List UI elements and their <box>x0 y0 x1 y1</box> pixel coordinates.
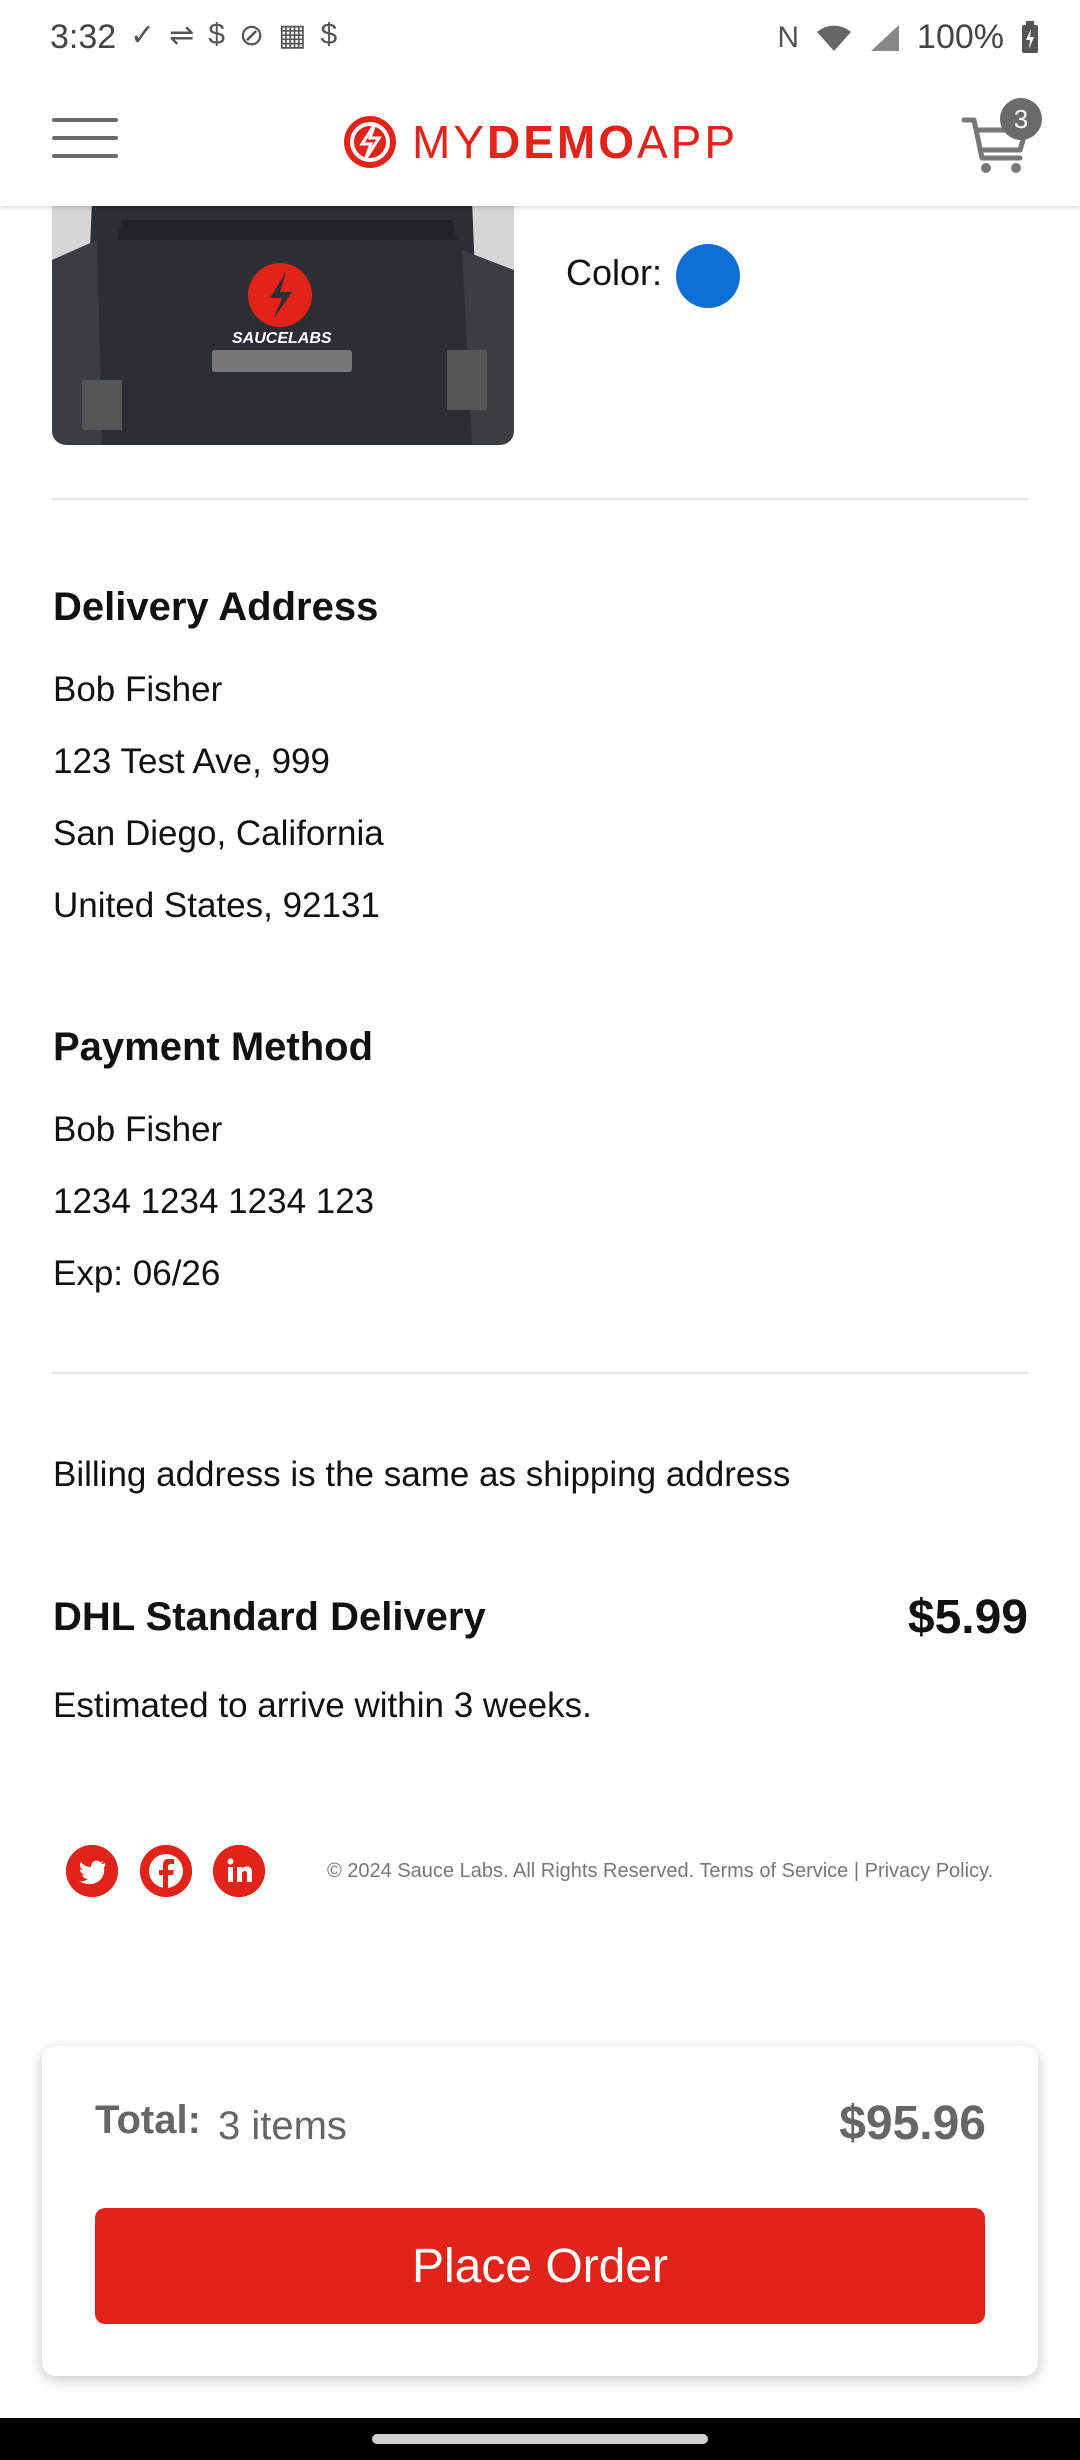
backpack-image <box>52 200 514 445</box>
battery-percent: 100% <box>917 18 1004 56</box>
linkedin-glyph <box>213 1845 265 1897</box>
sim-icon: $ <box>320 18 338 51</box>
hamburger-line <box>52 136 118 140</box>
logo-app: APP <box>637 116 739 168</box>
linkedin-icon[interactable] <box>213 1845 265 1897</box>
delivery-city: San Diego, California <box>53 814 384 853</box>
wifi-icon <box>817 25 852 51</box>
total-items: 3 items <box>218 2104 347 2148</box>
logo-text: MYDEMOAPP <box>412 115 738 169</box>
divider <box>52 498 1028 500</box>
calendar-icon: ▦ <box>278 19 307 52</box>
app-header: MYDEMOAPP 3 <box>0 80 1080 206</box>
cart-count-badge-overlay: 3 <box>1000 98 1042 140</box>
twitter-glyph <box>66 1845 118 1897</box>
logo-my: MY <box>412 116 487 168</box>
product-image-brand: SAUCELABS <box>232 330 332 347</box>
shipping-estimate: Estimated to arrive within 3 weeks. <box>53 1686 592 1725</box>
color-label: Color: <box>566 252 663 293</box>
divider <box>52 1372 1028 1374</box>
shipping-method: DHL Standard Delivery <box>53 1595 486 1639</box>
delivery-street: 123 Test Ave, 999 <box>53 742 330 781</box>
check-circle-icon: ✓ <box>130 19 156 52</box>
delivery-country: United States, 92131 <box>53 886 380 925</box>
delivery-address-title: Delivery Address <box>53 585 379 629</box>
logo-demo: DEMO <box>487 116 637 168</box>
place-order-button[interactable]: Place Order <box>95 2208 985 2324</box>
status-icons-right: N 100% <box>777 18 1040 57</box>
delivery-name: Bob Fisher <box>53 670 223 709</box>
app-logo: MYDEMOAPP <box>342 112 738 172</box>
sim-icon: $ <box>208 18 225 51</box>
twitter-icon[interactable] <box>66 1845 118 1897</box>
billing-note: Billing address is the same as shipping … <box>53 1455 791 1494</box>
battery-charging-icon <box>1022 20 1038 53</box>
product-image: SAUCELABS <box>52 200 514 445</box>
order-summary-card: Total: 3 items $95.96 Place Order <box>42 2046 1038 2376</box>
payment-expiry: Exp: 06/26 <box>53 1254 221 1293</box>
status-icons-left: ✓ ⇌ $ ⊘ ▦ $ <box>130 18 337 53</box>
facebook-icon[interactable] <box>140 1845 192 1897</box>
copyright-text: © 2024 Sauce Labs. All Rights Reserved. … <box>327 1860 994 1882</box>
signal-icon <box>871 24 900 51</box>
payment-card-number: 1234 1234 1234 123 <box>53 1182 375 1221</box>
menu-button[interactable] <box>52 118 118 166</box>
usb-icon: ⇌ <box>169 19 195 52</box>
shipping-price: $5.99 <box>907 1591 1028 1644</box>
nfc-icon: N <box>777 20 800 54</box>
color-swatch <box>676 244 740 308</box>
no-sim-icon: ⊘ <box>238 19 265 52</box>
status-bar: 3:32 ✓ ⇌ $ ⊘ ▦ $ N 100% <box>0 0 1080 80</box>
status-time: 3:32 <box>50 18 117 56</box>
facebook-glyph <box>140 1845 192 1897</box>
home-gesture-handle[interactable] <box>372 2434 708 2444</box>
hamburger-line <box>52 154 118 158</box>
payment-method-title: Payment Method <box>53 1025 374 1069</box>
payment-name: Bob Fisher <box>53 1110 223 1149</box>
sauce-bolt-icon <box>344 116 396 168</box>
total-label: Total: <box>95 2098 201 2142</box>
system-nav-bar <box>0 2418 1080 2460</box>
hamburger-icon <box>52 118 118 122</box>
total-price: $95.96 <box>839 2097 986 2150</box>
